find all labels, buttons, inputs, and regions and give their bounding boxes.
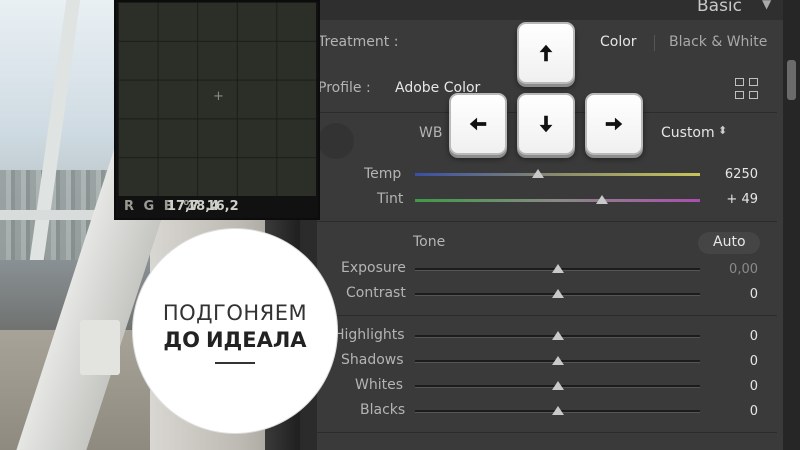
panel-title[interactable]: Basic xyxy=(697,0,742,16)
color-sampler-loupe: + R 17,7 G 18,4 B 16,2 % xyxy=(114,0,320,220)
tint-slider-knob[interactable] xyxy=(596,195,608,204)
exposure-label: Exposure xyxy=(341,260,406,276)
arrow-right-icon xyxy=(605,117,623,131)
shadows-value[interactable]: 0 xyxy=(698,354,758,369)
caption-underline xyxy=(215,362,255,364)
arrow-left-key xyxy=(449,93,507,155)
whites-value[interactable]: 0 xyxy=(698,379,758,394)
temp-label: Temp xyxy=(364,166,402,182)
arrow-up-key xyxy=(517,22,575,84)
wb-value[interactable]: Custom xyxy=(661,125,715,141)
caption-circle: ПОДГОНЯЕМ ДО ИДЕАЛА xyxy=(133,229,337,433)
shadows-slider-knob[interactable] xyxy=(552,356,564,365)
temp-value[interactable]: 6250 xyxy=(698,167,758,182)
contrast-slider-knob[interactable] xyxy=(552,289,564,298)
caption-line-1: ПОДГОНЯЕМ xyxy=(162,301,308,325)
treatment-color-option[interactable]: Color xyxy=(600,34,637,50)
blacks-value[interactable]: 0 xyxy=(698,404,758,419)
wb-eyedropper-icon[interactable] xyxy=(318,123,354,159)
exposure-value[interactable]: 0,00 xyxy=(698,262,758,277)
exposure-slider-knob[interactable] xyxy=(552,264,564,273)
arrow-right-key xyxy=(585,93,643,155)
panel-collapse-icon[interactable]: ▼ xyxy=(762,0,771,11)
panel-scrollbar[interactable] xyxy=(783,0,800,450)
whites-slider-knob[interactable] xyxy=(552,381,564,390)
arrow-up-icon xyxy=(539,44,553,62)
tint-label: Tint xyxy=(377,191,404,207)
highlights-value[interactable]: 0 xyxy=(698,329,758,344)
crosshair-icon: + xyxy=(213,89,224,104)
treatment-label: Treatment : xyxy=(318,34,399,50)
arrow-left-icon xyxy=(469,117,487,131)
arrow-down-key xyxy=(517,93,575,155)
contrast-label: Contrast xyxy=(346,285,406,301)
caption-word-do: ДО xyxy=(163,328,200,352)
blacks-slider-knob[interactable] xyxy=(552,406,564,415)
arrow-down-icon xyxy=(539,115,553,133)
tone-label: Tone xyxy=(413,234,446,250)
highlights-slider-knob[interactable] xyxy=(552,331,564,340)
temp-slider-track[interactable] xyxy=(415,173,700,176)
shadows-label: Shadows xyxy=(341,352,404,368)
scrollbar-thumb[interactable] xyxy=(787,60,796,100)
caption-word-ideala: ИДЕАЛА xyxy=(205,328,307,352)
r-channel-label: R xyxy=(124,199,135,214)
b-value: 16,2 xyxy=(206,199,239,214)
wb-chevron-icon[interactable]: ⬍ xyxy=(718,124,727,137)
wb-label: WB xyxy=(419,125,443,141)
profile-label: Profile : xyxy=(318,80,371,96)
tint-value[interactable]: + 49 xyxy=(698,192,758,207)
highlights-label: Highlights xyxy=(334,327,405,343)
profile-browser-icon[interactable] xyxy=(735,78,759,100)
caption-line-2: ДО ИДЕАЛА xyxy=(133,328,337,352)
rgb-readout: R 17,7 G 18,4 B 16,2 % xyxy=(124,199,239,217)
temp-slider-knob[interactable] xyxy=(532,169,544,178)
auto-button-label[interactable]: Auto xyxy=(713,234,746,250)
treatment-divider xyxy=(654,35,655,51)
treatment-bw-option[interactable]: Black & White xyxy=(669,34,767,50)
whites-label: Whites xyxy=(355,377,404,393)
blacks-label: Blacks xyxy=(360,402,406,418)
tint-slider-track[interactable] xyxy=(415,199,700,202)
contrast-value[interactable]: 0 xyxy=(698,287,758,302)
